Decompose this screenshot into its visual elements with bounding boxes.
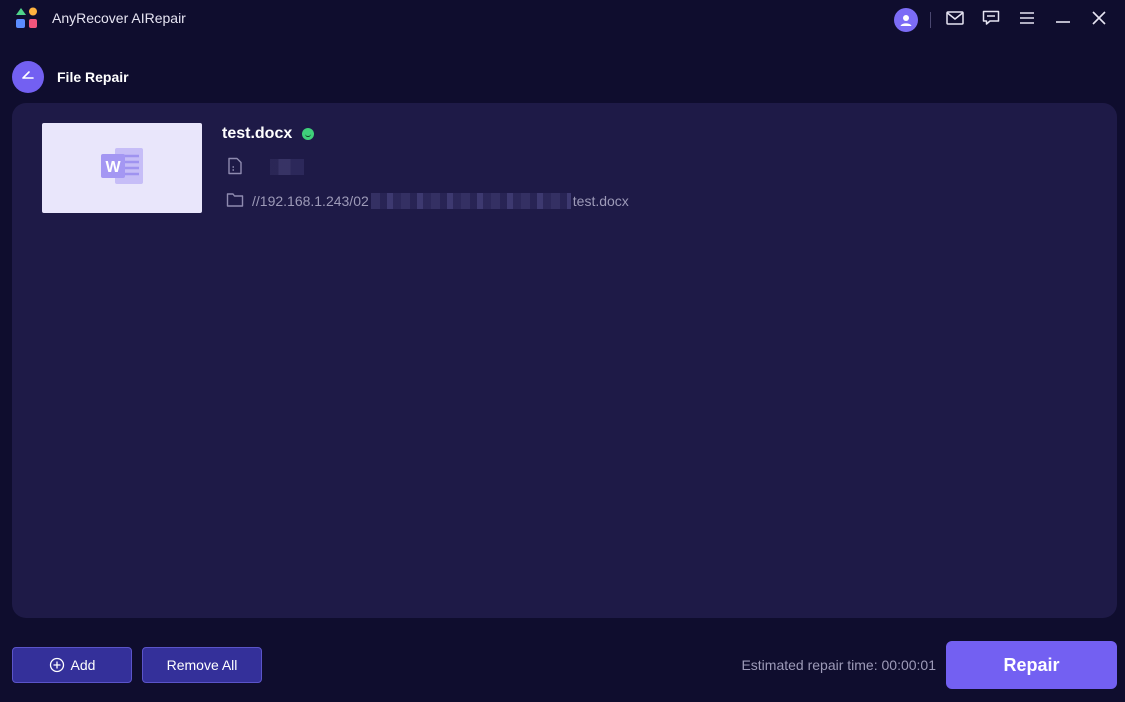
estimated-repair-time: Estimated repair time: 00:00:01 bbox=[741, 657, 936, 673]
add-button[interactable]: Add bbox=[12, 647, 132, 683]
document-icon bbox=[226, 157, 244, 175]
remove-all-button[interactable]: Remove All bbox=[142, 647, 262, 683]
app-logo-icon bbox=[15, 6, 39, 30]
remove-all-label: Remove All bbox=[166, 657, 238, 673]
file-name: test.docx bbox=[222, 125, 293, 142]
page-title: File Repair bbox=[57, 69, 129, 85]
menu-button[interactable] bbox=[1009, 6, 1045, 34]
file-path-redacted bbox=[370, 193, 571, 209]
file-item[interactable]: W test.docx //192.168.1.243/02 test.docx bbox=[42, 123, 1082, 215]
back-arrow-icon bbox=[20, 67, 36, 88]
toolbar-divider bbox=[930, 12, 931, 28]
menu-icon bbox=[1019, 11, 1035, 30]
mail-icon bbox=[946, 10, 964, 30]
minimize-button[interactable] bbox=[1045, 6, 1081, 34]
app-window: AnyRecover AIRepair File Repair W test.d… bbox=[0, 0, 1125, 702]
status-ok-icon bbox=[302, 128, 314, 140]
file-path-prefix: //192.168.1.243/02 bbox=[252, 193, 369, 209]
account-icon bbox=[894, 8, 918, 32]
mail-button[interactable] bbox=[937, 6, 973, 34]
file-size-redacted bbox=[270, 159, 304, 175]
file-path: //192.168.1.243/02 test.docx bbox=[252, 193, 629, 209]
app-title: AnyRecover AIRepair bbox=[52, 10, 186, 26]
file-thumbnail: W bbox=[42, 123, 202, 213]
file-list-panel: W test.docx //192.168.1.243/02 test.docx bbox=[12, 103, 1117, 618]
add-circle-icon bbox=[49, 657, 65, 673]
word-icon: W bbox=[99, 146, 145, 191]
window-controls bbox=[888, 6, 1117, 34]
close-icon bbox=[1092, 10, 1106, 30]
folder-icon bbox=[226, 192, 244, 210]
feedback-icon bbox=[982, 10, 1000, 31]
title-bar: AnyRecover AIRepair bbox=[0, 0, 1125, 40]
svg-text:W: W bbox=[105, 159, 121, 176]
add-button-label: Add bbox=[70, 657, 96, 673]
repair-button[interactable]: Repair bbox=[946, 641, 1117, 689]
account-button[interactable] bbox=[888, 6, 924, 34]
close-button[interactable] bbox=[1081, 6, 1117, 34]
file-path-suffix: test.docx bbox=[572, 193, 629, 209]
repair-button-label: Repair bbox=[1003, 654, 1060, 675]
minimize-icon bbox=[1055, 11, 1071, 29]
feedback-button[interactable] bbox=[973, 6, 1009, 34]
back-button[interactable] bbox=[12, 61, 44, 93]
